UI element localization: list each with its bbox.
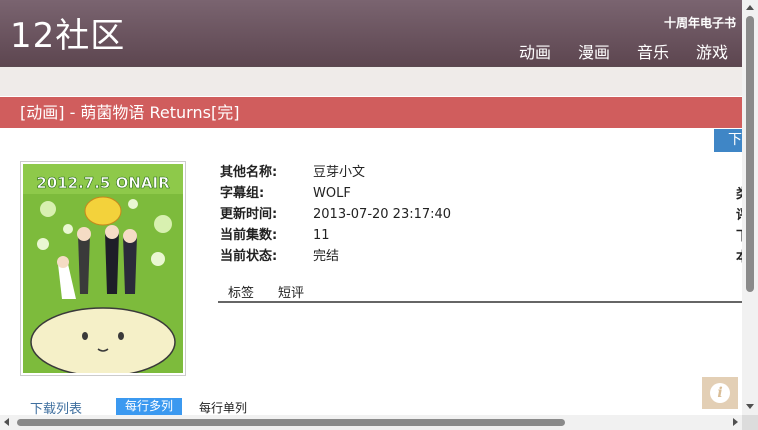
anniversary-ebook-link[interactable]: 十周年电子书 [664, 14, 736, 31]
nav-item-games[interactable]: 游戏 [696, 39, 728, 63]
horizontal-scrollbar[interactable] [0, 415, 742, 430]
nav-item-manga[interactable]: 漫画 [578, 39, 610, 63]
info-value: 完结 [313, 249, 340, 264]
title-bar: [动画] - 萌菌物语 Returns[完] [0, 97, 742, 128]
info-value: 11 [313, 228, 330, 243]
download-button[interactable]: 下 [714, 129, 742, 152]
page-viewport: 12社区 十周年电子书 动画 漫画 音乐 游戏 [动画] - 萌菌物语 Retu… [0, 0, 742, 415]
scrollbar-corner [742, 415, 758, 430]
vertical-scroll-thumb[interactable] [746, 16, 754, 292]
site-header: 12社区 十周年电子书 动画 漫画 音乐 游戏 [0, 0, 742, 66]
download-list-title[interactable]: 下载列表 [30, 398, 82, 415]
cover-poster-image: 2012.7.5 ONAIR [23, 164, 183, 373]
sub-navigation-bar [0, 66, 742, 96]
nav-item-music[interactable]: 音乐 [637, 39, 669, 63]
top-nav: 动画 漫画 音乐 游戏 [492, 39, 728, 63]
info-icon: i [710, 383, 730, 403]
scroll-left-arrow-icon[interactable] [4, 418, 9, 426]
page-title: [动画] - 萌菌物语 Returns[完] [20, 103, 240, 122]
nav-item-anime[interactable]: 动画 [519, 39, 551, 63]
scroll-down-arrow-icon[interactable] [746, 404, 754, 409]
detail-tabs: 标签 短评 [218, 282, 742, 303]
tab-short-reviews[interactable]: 短评 [278, 282, 304, 301]
info-value: 2013-07-20 23:17:40 [313, 207, 452, 222]
info-label: 更新时间: [220, 207, 278, 222]
info-label: 其他名称: [220, 165, 278, 180]
cover-poster[interactable]: 2012.7.5 ONAIR [20, 161, 186, 376]
poster-banner-text: 2012.7.5 ONAIR [36, 174, 170, 192]
layout-multi-column-button[interactable]: 每行多列 [116, 398, 183, 415]
info-label: 当前集数: [220, 228, 278, 243]
info-label: 当前状态: [220, 249, 278, 264]
info-label: 字幕组: [220, 186, 265, 201]
vertical-scrollbar[interactable] [742, 0, 758, 415]
layout-single-column-button[interactable]: 每行单列 [199, 399, 247, 415]
info-value: 豆芽小文 [313, 165, 366, 180]
info-value[interactable]: WOLF [313, 183, 351, 204]
tab-tags[interactable]: 标签 [228, 282, 254, 301]
info-floating-button[interactable]: i [702, 377, 738, 409]
horizontal-scroll-thumb[interactable] [17, 419, 565, 426]
site-logo[interactable]: 12社区 [10, 14, 125, 58]
scroll-up-arrow-icon[interactable] [746, 5, 754, 10]
scroll-right-arrow-icon[interactable] [733, 418, 738, 426]
